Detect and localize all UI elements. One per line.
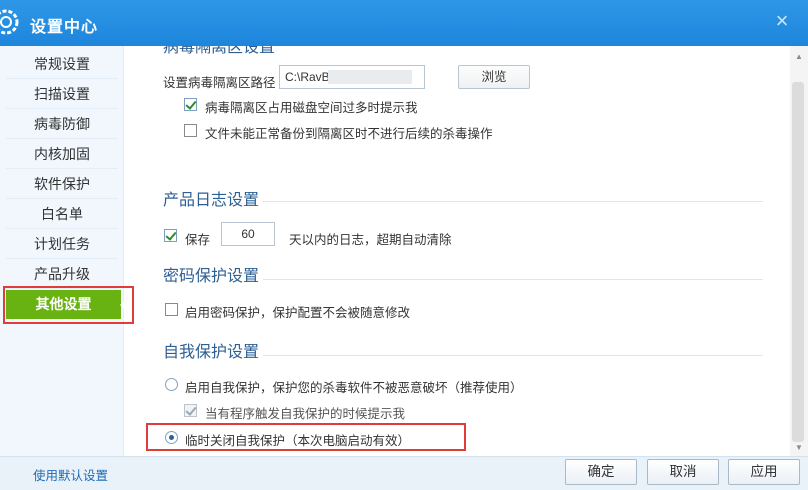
apply-button[interactable]: 应用 [728,459,800,485]
password-protect-label: 启用密码保护，保护配置不会被随意修改 [185,306,411,320]
section-divider [263,279,763,280]
scrollbar-thumb[interactable] [792,82,804,442]
sidebar-item-software-protect[interactable]: 软件保护 [6,170,118,199]
notify-trigger-label: 当有程序触发自我保护的时候提示我 [205,407,406,421]
enable-self-protect-radio[interactable] [165,378,178,391]
window-title: 设置中心 [30,19,99,36]
section-divider [263,355,763,356]
use-defaults-link[interactable]: 使用默认设置 [33,465,108,484]
scroll-up-icon[interactable]: ▲ [790,50,808,64]
sidebar-item-upgrade[interactable]: 产品升级 [6,260,118,289]
path-field-highlight [328,70,412,84]
section-title-quarantine: 病毒隔离区设置 [163,46,276,56]
close-icon[interactable]: × [770,10,794,34]
section-title-password: 密码保护设置 [163,268,260,285]
no-backup-label: 文件未能正常备份到隔离区时不进行后续的杀毒操作 [205,127,493,141]
password-protect-checkbox[interactable] [165,303,178,316]
log-days-input[interactable]: 60 [221,222,275,246]
gear-logo-icon [0,6,22,38]
browse-button[interactable]: 浏览 [458,65,530,89]
save-log-label: 保存 [185,233,211,247]
highlight-box-radio [146,423,466,451]
section-title-log: 产品日志设置 [163,192,260,209]
quarantine-path-input[interactable]: C:\RavBin [279,65,425,89]
cancel-button[interactable]: 取消 [647,459,719,485]
log-days-suffix: 天以内的日志，超期自动清除 [289,233,452,247]
section-divider [263,201,763,202]
sidebar-item-schedule[interactable]: 计划任务 [6,230,118,259]
sidebar-item-scan[interactable]: 扫描设置 [6,80,118,109]
no-backup-checkbox[interactable] [184,124,197,137]
section-title-self-protect: 自我保护设置 [163,344,260,361]
sidebar-item-kernel[interactable]: 内核加固 [6,140,118,169]
title-bar: 设置中心 × [0,0,808,46]
quarantine-path-label: 设置病毒隔离区路径 [163,76,276,90]
settings-panel: 病毒隔离区设置 设置病毒隔离区路径 C:\RavBin 浏览 病毒隔离区占用磁盘… [125,46,789,456]
sidebar: 常规设置 扫描设置 病毒防御 内核加固 软件保护 白名单 计划任务 产品升级 其… [0,46,127,456]
ok-button[interactable]: 确定 [565,459,637,485]
save-log-checkbox[interactable] [164,229,177,242]
sidebar-item-whitelist[interactable]: 白名单 [6,200,118,229]
enable-self-protect-label: 启用自我保护，保护您的杀毒软件不被恶意破坏（推荐使用） [185,381,523,395]
scroll-down-icon[interactable]: ▼ [790,441,808,455]
disk-warn-label: 病毒隔离区占用磁盘空间过多时提示我 [205,101,418,115]
disk-warn-checkbox[interactable] [184,98,197,111]
sidebar-item-virus-defense[interactable]: 病毒防御 [6,110,118,139]
notify-trigger-checkbox[interactable] [184,404,197,417]
highlight-box-sidebar [3,286,134,324]
sidebar-item-general[interactable]: 常规设置 [6,50,118,79]
